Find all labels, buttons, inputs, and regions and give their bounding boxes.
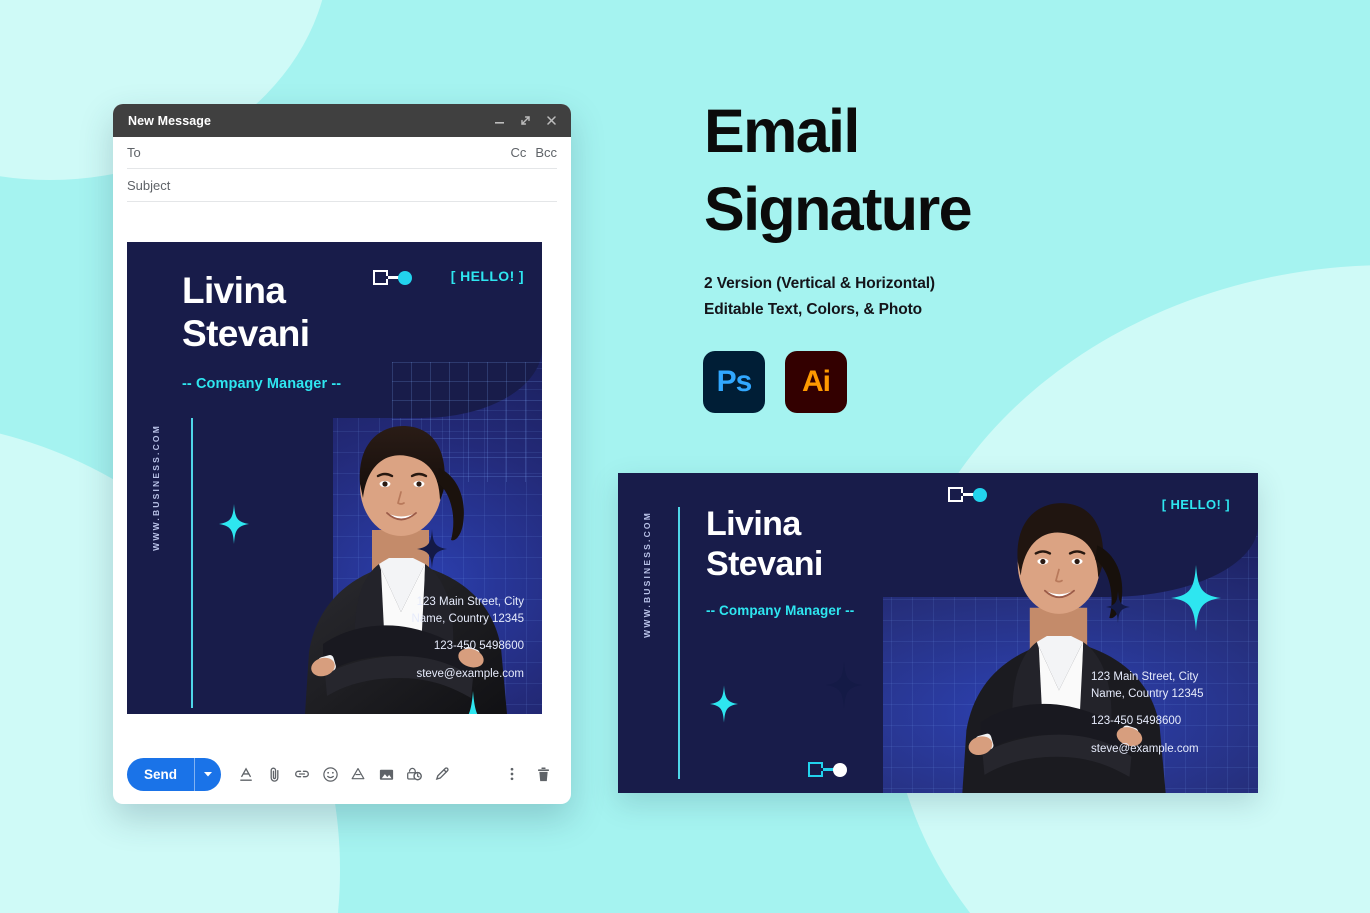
send-button-label: Send <box>144 766 178 782</box>
illustrator-icon-label: Ai <box>802 365 831 398</box>
formatting-options-icon[interactable] <box>234 762 258 786</box>
node-dot-shape <box>398 270 412 285</box>
contact-address-line2: Name, Country 12345 <box>411 612 524 625</box>
card-accent-vertical-line <box>191 418 193 708</box>
signature-hello-badge: [ HELLO! ] <box>450 268 524 284</box>
compose-window: New Message To Cc Bcc Subject Livina Ste… <box>113 104 571 804</box>
send-options-caret-icon[interactable] <box>195 758 221 791</box>
contact-address: 123 Main Street, City Name, Country 1234… <box>411 594 524 627</box>
close-button[interactable] <box>544 113 559 128</box>
photoshop-icon-label: Ps <box>716 365 753 398</box>
contact-address-line1: 123 Main Street, City <box>416 596 524 608</box>
attach-file-icon[interactable] <box>262 762 286 786</box>
promo-feature-line1: 2 Version (Vertical & Horizontal) <box>704 275 935 292</box>
subject-field-row[interactable]: Subject <box>127 169 557 202</box>
app-icon-group: Ps Ai <box>703 351 847 413</box>
compose-window-title: New Message <box>128 113 212 128</box>
cc-bcc-group: Cc Bcc <box>510 145 557 160</box>
signature-vertical-card: Livina Stevani -- Company Manager -- [ H… <box>127 242 542 714</box>
signature-name: Livina Stevani <box>182 270 310 354</box>
banner-node-connector-alt-icon <box>808 762 847 777</box>
banner-contact-phone: 123-450 5498600 <box>1091 715 1182 728</box>
banner-role: -- Company Manager -- <box>706 603 855 618</box>
to-field-row[interactable]: To Cc Bcc <box>127 137 557 169</box>
banner-accent-vertical-line <box>678 507 680 779</box>
minimize-button[interactable] <box>492 113 507 128</box>
signature-horizontal-card: Livina Stevani -- Company Manager -- [ H… <box>618 473 1258 793</box>
signature-name-line2: Stevani <box>182 313 310 354</box>
banner-sparkle-large-icon <box>1171 565 1221 631</box>
signature-name-line1: Livina <box>182 270 286 311</box>
banner-name-line1: Livina <box>706 505 801 543</box>
subject-field-label: Subject <box>127 177 171 193</box>
compose-toolbar: Send <box>113 744 571 804</box>
signature-contact-block: 123 Main Street, City Name, Country 1234… <box>411 594 524 683</box>
banner-sparkle-small-cyan-icon <box>710 685 738 723</box>
banner-contact-address-line1: 123 Main Street, City <box>1091 671 1199 683</box>
photoshop-icon: Ps <box>703 351 765 413</box>
to-field-label: To <box>127 145 141 160</box>
insert-emoji-icon[interactable] <box>318 762 342 786</box>
signature-website: WWW.BUSINESS.COM <box>151 424 161 551</box>
discard-draft-icon[interactable] <box>531 762 555 786</box>
banner-sparkle-dark-icon <box>826 661 862 709</box>
banner-name-line2: Stevani <box>706 545 823 583</box>
more-options-icon[interactable] <box>500 762 524 786</box>
insert-link-icon[interactable] <box>290 762 314 786</box>
promo-title: Email Signature <box>704 92 973 248</box>
insert-signature-icon[interactable] <box>430 762 454 786</box>
banner-node-alt-square-shape <box>808 762 823 777</box>
toolbar-icon-group <box>234 762 454 786</box>
window-controls <box>492 113 559 128</box>
banner-sparkle-dark-small-icon <box>1106 591 1130 623</box>
illustrator-icon: Ai <box>785 351 847 413</box>
expand-button[interactable] <box>518 113 533 128</box>
promo-feature-line2: Editable Text, Colors, & Photo <box>704 301 923 318</box>
send-button[interactable]: Send <box>127 757 222 791</box>
confidential-mode-icon[interactable] <box>402 762 426 786</box>
cc-button[interactable]: Cc <box>510 145 526 160</box>
sparkle-large-icon <box>445 691 501 714</box>
signature-role: -- Company Manager -- <box>182 376 342 392</box>
signature-vertical-wrapper: Livina Stevani -- Company Manager -- [ H… <box>127 242 557 714</box>
banner-contact-address-line2: Name, Country 12345 <box>1091 687 1204 700</box>
toolbar-right-group <box>500 762 555 786</box>
insert-drive-file-icon[interactable] <box>346 762 370 786</box>
node-connector-icon <box>373 270 412 285</box>
banner-name: Livina Stevani <box>706 507 823 581</box>
banner-contact-email: steve@example.com <box>1091 743 1199 756</box>
banner-website: WWW.BUSINESS.COM <box>642 511 652 638</box>
node-square-shape <box>373 270 388 285</box>
compose-window-titlebar: New Message <box>113 104 571 137</box>
contact-email: steve@example.com <box>416 668 524 681</box>
sparkle-dark-icon <box>417 529 447 569</box>
contact-phone: 123-450 5498600 <box>433 640 524 653</box>
bcc-button[interactable]: Bcc <box>535 145 557 160</box>
message-body-spacer <box>113 202 571 242</box>
insert-photo-icon[interactable] <box>374 762 398 786</box>
banner-contact-block: 123 Main Street, City Name, Country 1234… <box>1091 669 1212 758</box>
sparkle-small-cyan-icon <box>219 504 249 544</box>
poster-canvas: New Message To Cc Bcc Subject Livina Ste… <box>0 0 1370 913</box>
promo-title-line1: Email <box>704 97 860 165</box>
banner-node-alt-dot-shape <box>833 762 847 777</box>
banner-contact-address: 123 Main Street, City Name, Country 1234… <box>1091 669 1212 702</box>
promo-title-line2: Signature <box>704 175 973 243</box>
